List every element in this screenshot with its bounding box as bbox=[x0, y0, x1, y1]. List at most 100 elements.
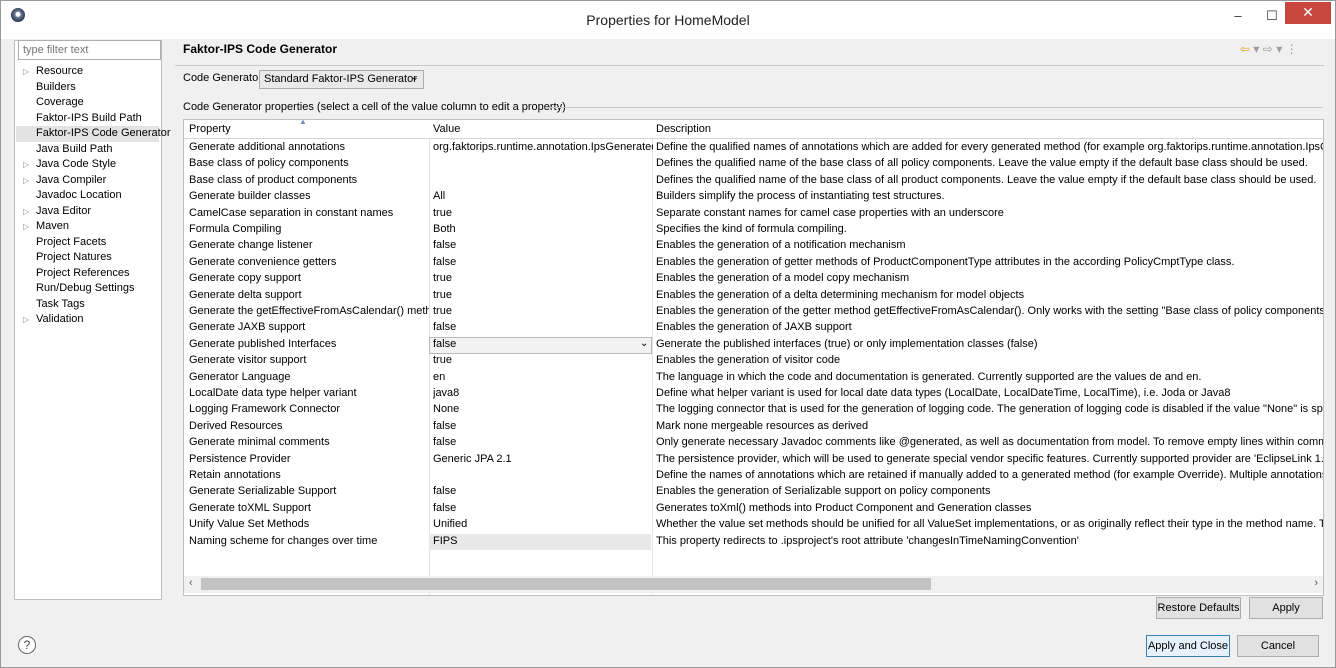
horizontal-scrollbar[interactable]: ‹ › bbox=[184, 576, 1323, 593]
sidebar-item[interactable]: ▷ Java Compiler bbox=[20, 173, 160, 189]
table-row[interactable]: Generate Serializable Support false Enable… bbox=[184, 484, 1323, 501]
scroll-left-icon[interactable]: ‹ bbox=[189, 577, 193, 589]
sidebar-item[interactable]: ▷ Java Code Style bbox=[20, 157, 160, 173]
scroll-thumb[interactable] bbox=[201, 578, 931, 590]
filter-input[interactable] bbox=[18, 40, 161, 60]
table-row[interactable]: Generate delta support true Enables the ge… bbox=[184, 288, 1323, 305]
forward-icon[interactable]: ⇨ bbox=[1263, 42, 1273, 56]
value-cell[interactable]: false bbox=[433, 321, 653, 333]
sidebar-item-label: Java Editor bbox=[36, 204, 92, 217]
sidebar-item[interactable]: Builders bbox=[20, 80, 160, 96]
table-row[interactable]: Retain annotations Define the names of an… bbox=[184, 468, 1323, 485]
chevron-down-icon[interactable]: ⌄ bbox=[640, 338, 648, 349]
table-row[interactable]: CamelCase separation in constant names tr… bbox=[184, 206, 1323, 223]
apply-and-close-button[interactable]: Apply and Close bbox=[1146, 635, 1230, 657]
table-row[interactable]: Generator Language en The language in whic… bbox=[184, 370, 1323, 387]
table-row[interactable]: Formula Compiling Both Specifies the kind … bbox=[184, 222, 1323, 239]
sidebar-item[interactable]: Java Build Path bbox=[20, 142, 160, 158]
expand-arrow-icon[interactable]: ▷ bbox=[23, 312, 29, 328]
sidebar-item[interactable]: Coverage bbox=[20, 95, 160, 111]
sidebar-item[interactable]: Faktor-IPS Code Generator bbox=[16, 126, 171, 142]
expand-arrow-icon[interactable]: ▷ bbox=[23, 64, 29, 80]
table-row[interactable]: Generate published Interfaces false Genera… bbox=[184, 336, 1323, 354]
restore-defaults-button[interactable]: Restore Defaults bbox=[1156, 597, 1241, 619]
value-cell[interactable]: false bbox=[433, 256, 653, 268]
value-cell[interactable]: true bbox=[433, 289, 653, 301]
table-row[interactable]: Logging Framework Connector None The loggi… bbox=[184, 402, 1323, 419]
back-icon[interactable]: ⇦ bbox=[1240, 42, 1250, 56]
sidebar-item[interactable]: Project References bbox=[20, 266, 160, 282]
value-cell[interactable]: None bbox=[433, 403, 653, 415]
sidebar-item[interactable]: ▷ Java Editor bbox=[20, 204, 160, 220]
cancel-button[interactable]: Cancel bbox=[1237, 635, 1319, 657]
table-row[interactable]: Generate minimal comments false Only gener… bbox=[184, 435, 1323, 452]
description-cell: Enables the generation of Serializable s… bbox=[656, 485, 991, 498]
table-row[interactable]: Base class of policy components Defines t… bbox=[184, 156, 1323, 173]
description-cell: The language in which the code and docum… bbox=[656, 370, 1202, 383]
value-cell[interactable]: All bbox=[433, 190, 653, 202]
sidebar-item[interactable]: Task Tags bbox=[20, 297, 160, 313]
value-cell[interactable]: true bbox=[433, 272, 653, 284]
back-dropdown-icon[interactable]: ▾ bbox=[1253, 42, 1259, 56]
more-icon[interactable]: ⋮ bbox=[1286, 42, 1298, 56]
apply-button[interactable]: Apply bbox=[1249, 597, 1323, 619]
property-cell: Generator Language bbox=[189, 370, 291, 383]
table-row[interactable]: Generate visitor support true Enables the … bbox=[184, 353, 1323, 370]
value-cell[interactable]: Both bbox=[433, 223, 653, 235]
table-row[interactable]: Naming scheme for changes over time FIPS T… bbox=[184, 533, 1323, 551]
value-cell[interactable]: false bbox=[433, 420, 653, 432]
table-row[interactable]: Derived Resources false Mark none mergeabl… bbox=[184, 419, 1323, 436]
value-cell[interactable]: en bbox=[433, 371, 653, 383]
value-cell[interactable]: false bbox=[433, 239, 653, 251]
value-cell[interactable]: Generic JPA 2.1 bbox=[433, 453, 653, 465]
help-icon[interactable]: ? bbox=[18, 636, 36, 654]
table-row[interactable]: Base class of product components Defines … bbox=[184, 173, 1323, 190]
expand-arrow-icon[interactable]: ▷ bbox=[23, 219, 29, 235]
table-row[interactable]: Generate builder classes All Builders simp… bbox=[184, 189, 1323, 206]
table-row[interactable]: Persistence Provider Generic JPA 2.1 The p… bbox=[184, 452, 1323, 469]
value-cell[interactable]: true bbox=[433, 305, 653, 317]
table-row[interactable]: LocalDate data type helper variant java8 D… bbox=[184, 386, 1323, 403]
table-row[interactable]: Generate toXML Support false Generates toX… bbox=[184, 501, 1323, 518]
sidebar-item[interactable]: ▷ Resource bbox=[20, 64, 160, 80]
expand-arrow-icon[interactable]: ▷ bbox=[23, 204, 29, 220]
sidebar-item[interactable]: Javadoc Location bbox=[20, 188, 160, 204]
description-cell: The persistence provider, which will be … bbox=[656, 452, 1323, 465]
value-cell[interactable]: true bbox=[433, 207, 653, 219]
expand-arrow-icon[interactable]: ▷ bbox=[23, 157, 29, 173]
table-row[interactable]: Generate change listener false Enables the… bbox=[184, 238, 1323, 255]
table-row[interactable]: Generate convenience getters false Enables… bbox=[184, 255, 1323, 272]
value-cell[interactable]: org.faktorips.runtime.annotation.IpsGene… bbox=[433, 141, 653, 153]
close-button[interactable]: ✕ bbox=[1285, 2, 1331, 24]
value-cell[interactable]: false bbox=[433, 485, 653, 497]
header-value[interactable]: Value bbox=[433, 123, 460, 135]
header-description[interactable]: Description bbox=[656, 123, 711, 135]
sidebar-item[interactable]: Project Natures bbox=[20, 250, 160, 266]
value-cell[interactable]: false bbox=[433, 436, 653, 448]
sidebar-item[interactable]: Run/Debug Settings bbox=[20, 281, 160, 297]
sidebar-item-label: Java Build Path bbox=[36, 142, 113, 155]
table-row[interactable]: Generate the getEffectiveFromAsCalendar(… bbox=[184, 304, 1323, 321]
value-cell[interactable]: FIPS bbox=[433, 535, 653, 547]
sidebar-item[interactable]: Project Facets bbox=[20, 235, 160, 251]
expand-arrow-icon[interactable]: ▷ bbox=[23, 173, 29, 189]
properties-label: Code Generator properties (select a cell… bbox=[183, 101, 566, 113]
value-cell[interactable]: Unified bbox=[433, 518, 653, 530]
table-row[interactable]: Generate copy support true Enables the gen… bbox=[184, 271, 1323, 288]
property-cell: Generate delta support bbox=[189, 288, 302, 301]
table-row[interactable]: Generate JAXB support false Enables the ge… bbox=[184, 320, 1323, 337]
value-cell[interactable]: false bbox=[433, 502, 653, 514]
value-cell[interactable]: false bbox=[433, 338, 653, 350]
sidebar-item[interactable]: Faktor-IPS Build Path bbox=[20, 111, 160, 127]
scroll-right-icon[interactable]: › bbox=[1314, 577, 1318, 589]
value-cell[interactable]: java8 bbox=[433, 387, 653, 399]
header-property[interactable]: Property bbox=[189, 123, 231, 135]
table-row[interactable]: Generate additional annotations org.fakto… bbox=[184, 140, 1323, 157]
sidebar-item[interactable]: ▷ Maven bbox=[20, 219, 160, 235]
code-generator-select[interactable]: Standard Faktor-IPS Generator ⌄ bbox=[259, 70, 424, 89]
sidebar-item[interactable]: ▷ Validation bbox=[20, 312, 160, 328]
table-row[interactable]: Unify Value Set Methods Unified Whether th… bbox=[184, 517, 1323, 534]
value-cell[interactable]: true bbox=[433, 354, 653, 366]
forward-dropdown-icon[interactable]: ▾ bbox=[1276, 42, 1282, 56]
sidebar-item-label: Project References bbox=[36, 266, 130, 279]
